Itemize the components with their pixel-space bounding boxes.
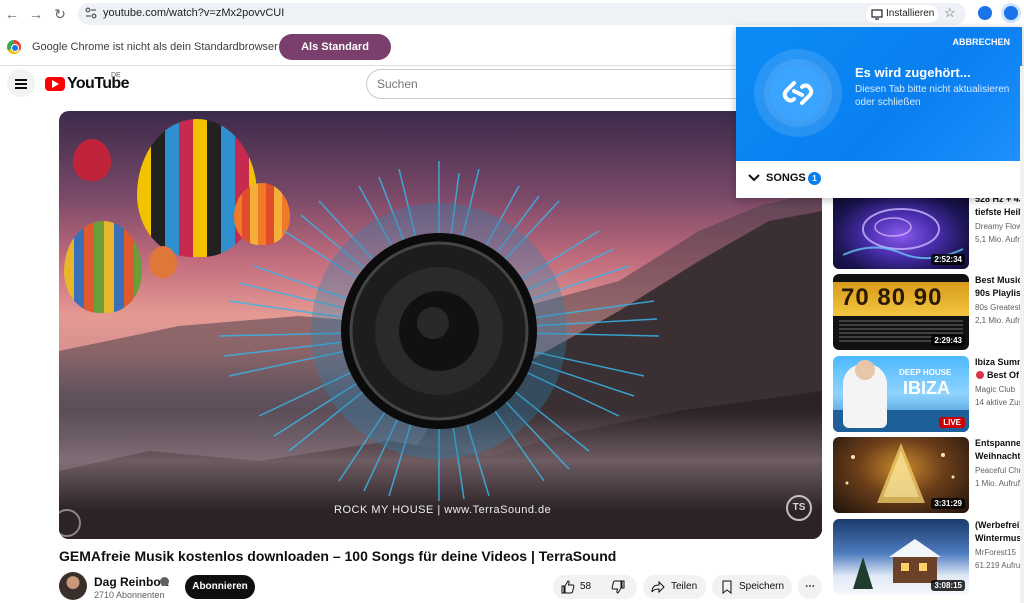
view-count: 2,1 Mio. Aufrufe bbox=[975, 316, 1024, 325]
channel-name[interactable]: Dreamy Flow bbox=[975, 222, 1022, 231]
video-title[interactable]: Ibiza Summ bbox=[975, 356, 1024, 368]
url-text[interactable]: youtube.com/watch?v=zMx2povvCUI bbox=[103, 7, 284, 19]
terrasound-logo-icon: TS bbox=[786, 495, 812, 521]
heart-balloon bbox=[73, 139, 111, 181]
video-duration: 3:31:29 bbox=[931, 498, 965, 509]
striped-balloon bbox=[64, 221, 142, 313]
subscribe-button[interactable]: Abonnieren bbox=[185, 575, 255, 599]
video-title[interactable]: (Werbefrei) bbox=[975, 519, 1024, 531]
video-title-line2[interactable]: Weihnachts bbox=[975, 450, 1024, 462]
share-icon bbox=[651, 580, 665, 594]
listening-title: Es wird zugehört... bbox=[855, 65, 971, 80]
channel-name[interactable]: 80s Greatest bbox=[975, 303, 1021, 312]
install-label: Installieren bbox=[886, 8, 935, 19]
install-app-button[interactable]: Installieren bbox=[866, 5, 938, 23]
address-bar[interactable]: youtube.com/watch?v=zMx2povvCUI Installi… bbox=[78, 3, 966, 25]
site-settings-icon[interactable] bbox=[84, 6, 98, 20]
video-duration: 2:52:34 bbox=[931, 254, 965, 265]
shazam-logo-icon bbox=[770, 65, 826, 121]
view-count: 14 aktive Zus bbox=[975, 398, 1023, 407]
shazam-extension-icon[interactable] bbox=[1001, 3, 1021, 23]
video-title-line2[interactable]: 90s Playlist bbox=[975, 287, 1024, 299]
bookmark-star-icon[interactable]: ☆ bbox=[944, 5, 956, 21]
channel-name[interactable]: MrForest15 bbox=[975, 548, 1016, 557]
video-title[interactable]: Best Music bbox=[975, 274, 1024, 286]
set-default-button[interactable]: Als Standard festlegen bbox=[279, 34, 391, 79]
save-button[interactable]: Speichern bbox=[712, 575, 792, 599]
share-label: Teilen bbox=[671, 581, 698, 592]
video-player[interactable]: ROCK MY HOUSE | www.TerraSound.de TS bbox=[59, 111, 822, 539]
video-title-line2[interactable]: tiefste Heilu bbox=[975, 206, 1024, 218]
reload-icon[interactable]: ↻ bbox=[51, 5, 69, 23]
recommended-video[interactable]: DEEP HOUSE IBIZA LIVE Ibiza Summ Best Of… bbox=[833, 356, 1024, 434]
strawberry-icon bbox=[976, 371, 984, 379]
chevron-down-icon[interactable] bbox=[748, 173, 760, 183]
view-count: 5,1 Mio. Aufrufe bbox=[975, 235, 1024, 244]
video-watermark: ROCK MY HOUSE | www.TerraSound.de bbox=[334, 504, 552, 516]
view-count: 61.219 Aufrufe bbox=[975, 561, 1024, 570]
share-button[interactable]: Teilen bbox=[643, 575, 706, 599]
video-duration: 2:29:43 bbox=[931, 335, 965, 346]
cancel-button[interactable]: ABBRECHEN bbox=[952, 37, 1010, 47]
search-input[interactable] bbox=[377, 77, 717, 91]
verified-icon bbox=[160, 577, 169, 586]
shazam-listening-panel: ABBRECHEN Es wird zugehört... Diesen Tab… bbox=[736, 27, 1022, 161]
video-thumbnail[interactable]: 3:31:29 bbox=[833, 437, 969, 513]
video-title: GEMAfreie Musik kostenlos downloaden – 1… bbox=[59, 548, 617, 564]
save-label: Speichern bbox=[739, 581, 785, 592]
recommended-video[interactable]: 70 80 90 2:29:43 Best Music 90s Playlist… bbox=[833, 274, 1024, 352]
like-count[interactable]: 58 bbox=[580, 575, 591, 599]
small-balloon bbox=[149, 246, 177, 278]
dislike-icon[interactable] bbox=[611, 580, 625, 594]
more-actions-icon[interactable]: ⋯ bbox=[798, 575, 822, 599]
country-code: DE bbox=[111, 72, 121, 79]
forward-icon[interactable]: → bbox=[27, 5, 45, 23]
thumbnail-text: DEEP HOUSE bbox=[899, 368, 952, 377]
recommended-video[interactable]: 3:31:29 Entspannen Weihnachts Peaceful C… bbox=[833, 437, 1024, 515]
video-title-line2[interactable]: Wintermusi bbox=[975, 532, 1024, 544]
youtube-logo-icon[interactable] bbox=[45, 77, 65, 91]
video-thumbnail[interactable]: 3:08:15 bbox=[833, 519, 969, 595]
bookmark-icon bbox=[722, 580, 732, 594]
view-count: 1 Mio. Aufrufe bbox=[975, 479, 1024, 488]
page-scrollbar[interactable] bbox=[1020, 66, 1024, 603]
video-thumbnail[interactable]: 2:52:34 bbox=[833, 193, 969, 269]
like-dislike-group: 58 bbox=[553, 575, 637, 599]
recommended-video[interactable]: 2:52:34 528 Hz + 43 tiefste Heilu Dreamy… bbox=[833, 193, 1024, 271]
video-thumbnail[interactable]: 70 80 90 2:29:43 bbox=[833, 274, 969, 350]
thumbnail-text: 70 80 90 bbox=[841, 284, 943, 311]
browser-toolbar: ← → ↻ youtube.com/watch?v=zMx2povvCUI In… bbox=[0, 0, 1024, 28]
speaker-visualizer bbox=[218, 161, 660, 501]
install-icon bbox=[871, 9, 883, 20]
channel-name[interactable]: Magic Club bbox=[975, 385, 1015, 394]
songs-label[interactable]: SONGS bbox=[766, 172, 806, 184]
subscriber-count: 2710 Abonnenten bbox=[94, 590, 165, 600]
thumbnail-text: IBIZA bbox=[903, 378, 950, 398]
back-icon[interactable]: ← bbox=[3, 5, 21, 23]
shazam-popup: ABBRECHEN Es wird zugehört... Diesen Tab… bbox=[736, 27, 1022, 198]
like-icon[interactable] bbox=[561, 580, 575, 594]
download-extension-icon[interactable] bbox=[978, 6, 992, 20]
recommended-video[interactable]: 3:08:15 (Werbefrei) Wintermusi MrForest1… bbox=[833, 519, 1024, 597]
menu-icon[interactable] bbox=[7, 69, 35, 97]
channel-name[interactable]: Peaceful Chri bbox=[975, 466, 1023, 475]
search-box[interactable] bbox=[366, 69, 746, 99]
chrome-logo-icon bbox=[7, 40, 21, 54]
channel-name[interactable]: Dag Reinbott bbox=[94, 575, 169, 589]
live-badge: LIVE bbox=[939, 417, 965, 428]
channel-avatar[interactable] bbox=[59, 572, 87, 600]
video-title[interactable]: Entspannen bbox=[975, 437, 1024, 449]
video-duration: 3:08:15 bbox=[931, 580, 965, 591]
songs-count-badge: 1 bbox=[808, 172, 821, 185]
listening-subtitle: Diesen Tab bitte nicht aktualisieren ode… bbox=[855, 84, 1010, 108]
video-thumbnail[interactable]: DEEP HOUSE IBIZA LIVE bbox=[833, 356, 969, 432]
